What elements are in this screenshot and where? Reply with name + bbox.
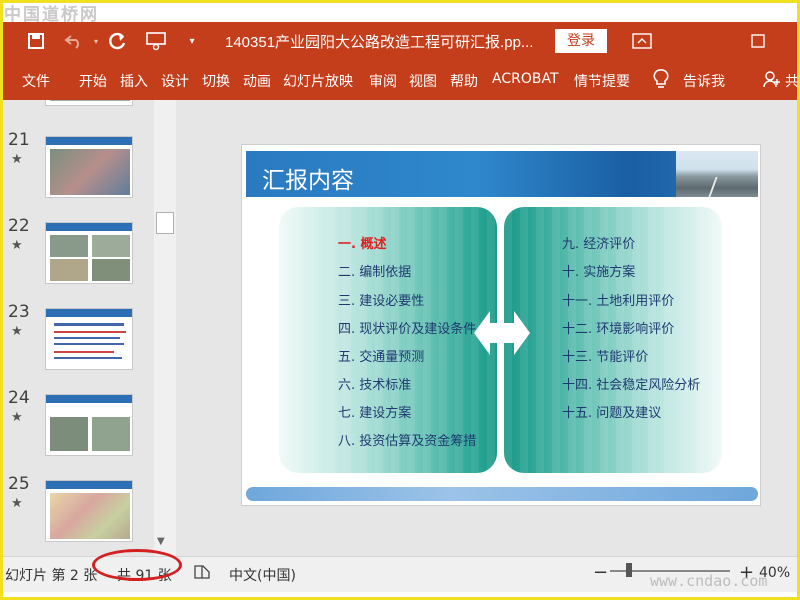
toc-item: 三. 建设必要性	[338, 294, 425, 309]
language-status[interactable]: 中文(中国)	[229, 565, 296, 585]
title-bar: ▾ ▾ 140351产业园阳大公路改造工程可研汇报.pp... 登录	[3, 22, 797, 60]
star-icon: ★	[11, 324, 23, 339]
toc-item: 十三. 节能评价	[562, 350, 649, 365]
tab-design[interactable]: 设计	[161, 71, 189, 91]
tab-storyboard[interactable]: 情节提要	[574, 71, 630, 91]
thumbnail-number: 21	[8, 130, 30, 150]
thumbnail-24[interactable]	[45, 394, 133, 456]
thumbnail-number: 25	[8, 474, 30, 494]
toc-item: 六. 技术标准	[338, 378, 412, 393]
star-icon: ★	[11, 496, 23, 511]
slide-title: 汇报内容	[262, 168, 354, 194]
zoom-slider-knob[interactable]	[626, 563, 632, 577]
star-icon: ★	[11, 152, 23, 167]
maximize-icon[interactable]	[745, 28, 771, 54]
toc-right-panel: 九. 经济评价 十. 实施方案 十一. 土地利用评价 十二. 环境影响评价 十三…	[504, 207, 722, 473]
tab-slideshow[interactable]: 幻灯片放映	[283, 71, 353, 91]
toc-item: 四. 现状评价及建设条件	[338, 322, 477, 337]
thumbnail-21[interactable]	[45, 136, 133, 198]
toc-item: 十二. 环境影响评价	[562, 322, 675, 337]
thumbnail-number: 23	[8, 302, 30, 322]
watermark-top: 中国道桥网	[4, 5, 99, 25]
tab-insert[interactable]: 插入	[120, 71, 148, 91]
slide-footer-bar	[246, 487, 758, 501]
redo-icon[interactable]	[105, 28, 131, 54]
star-icon: ★	[11, 410, 23, 425]
scroll-down-icon[interactable]: ▼	[157, 536, 165, 547]
save-icon[interactable]	[23, 28, 49, 54]
lightbulb-icon[interactable]	[653, 68, 669, 94]
toc-item: 八. 投资估算及资金筹措	[338, 434, 477, 449]
thumbnail-22[interactable]	[45, 222, 133, 284]
thumbnail-25[interactable]	[45, 480, 133, 542]
ribbon-display-icon[interactable]	[629, 28, 655, 54]
tab-help[interactable]: 帮助	[450, 71, 478, 91]
thumbnail-20[interactable]	[45, 100, 133, 106]
toc-item: 一. 概述	[338, 237, 387, 252]
share-label[interactable]: 共	[785, 71, 799, 91]
zoom-out-button[interactable]: −	[593, 562, 608, 583]
toc-item: 十五. 问题及建议	[562, 406, 662, 421]
tab-view[interactable]: 视图	[409, 71, 437, 91]
ribbon-tabs: 文件 开始 插入 设计 切换 动画 幻灯片放映 审阅 视图 帮助 ACROBAT…	[3, 60, 799, 100]
toc-item: 七. 建设方案	[338, 406, 412, 421]
slide[interactable]: 汇报内容 一. 概述 二. 编制依据 三. 建设必要性 四. 现状评价及建设条件…	[241, 144, 761, 506]
thumbnail-number: 24	[8, 388, 30, 408]
tab-home[interactable]: 开始	[79, 71, 107, 91]
tell-me-box[interactable]: 告诉我	[683, 71, 725, 91]
toc-item: 五. 交通量预测	[338, 350, 425, 365]
thumbnail-scrollbar[interactable]	[154, 100, 176, 556]
toc-item: 九. 经济评价	[562, 237, 636, 252]
toc-item: 十四. 社会稳定风险分析	[562, 378, 701, 393]
toc-item: 十. 实施方案	[562, 265, 636, 280]
highlight-oval	[92, 549, 182, 581]
slide-number-status: 幻灯片 第 2 张	[5, 568, 98, 584]
toc-item: 十一. 土地利用评价	[562, 294, 675, 309]
window-title: 140351产业园阳大公路改造工程可研汇报.pp...	[225, 34, 534, 51]
toc-item: 二. 编制依据	[338, 265, 412, 280]
tab-transitions[interactable]: 切换	[202, 71, 230, 91]
slide-header: 汇报内容	[246, 151, 758, 197]
login-button[interactable]: 登录	[555, 29, 607, 53]
watermark-bottom: www.cndao.com	[650, 572, 768, 590]
thumbnail-23[interactable]	[45, 308, 133, 370]
tab-file[interactable]: 文件	[22, 71, 50, 91]
star-icon: ★	[11, 238, 23, 253]
thumbnail-number: 22	[8, 216, 30, 236]
tab-animations[interactable]: 动画	[243, 71, 271, 91]
toc-left-panel: 一. 概述 二. 编制依据 三. 建设必要性 四. 现状评价及建设条件 五. 交…	[279, 207, 497, 473]
tab-review[interactable]: 审阅	[369, 71, 397, 91]
double-arrow-icon	[474, 311, 530, 355]
road-photo	[676, 151, 758, 197]
tab-acrobat[interactable]: ACROBAT	[492, 71, 559, 87]
share-icon[interactable]	[763, 70, 781, 92]
customize-icon[interactable]: ▾	[179, 28, 205, 54]
presenter-icon[interactable]	[143, 28, 169, 54]
scrollbar-thumb[interactable]	[156, 212, 174, 234]
notes-icon[interactable]	[193, 564, 211, 584]
